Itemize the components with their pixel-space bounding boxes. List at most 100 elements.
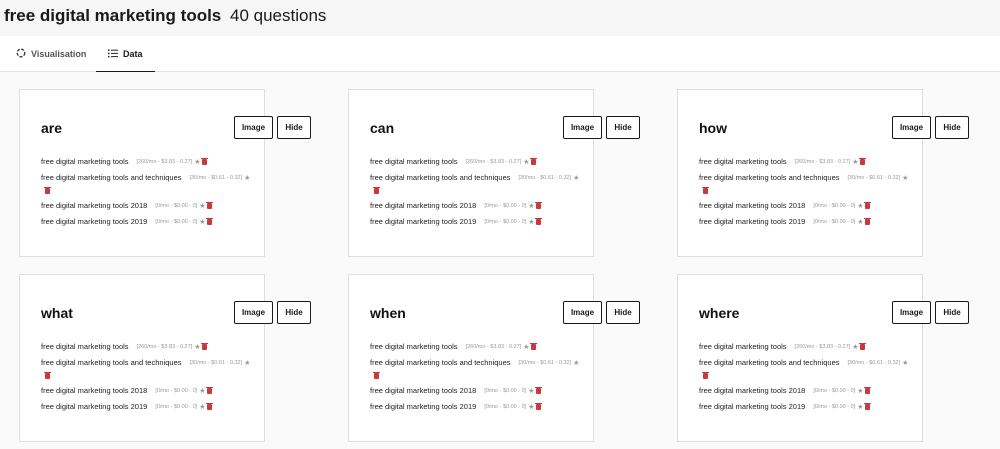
image-button[interactable]: Image [234, 116, 273, 139]
trash-icon[interactable] [864, 201, 872, 209]
trash-icon[interactable] [206, 217, 214, 225]
header-bar: free digital marketing tools 40 question… [0, 0, 1000, 36]
star-icon[interactable]: ★ [857, 403, 863, 411]
hide-button[interactable]: Hide [606, 301, 640, 324]
question-text[interactable]: free digital marketing tools 2019 [41, 217, 147, 226]
trash-icon[interactable] [206, 201, 214, 209]
question-text[interactable]: free digital marketing tools 2019 [41, 402, 147, 411]
question-row: free digital marketing tools 2018 [0/mo … [370, 201, 543, 210]
tab-data[interactable]: Data [96, 36, 155, 73]
question-text[interactable]: free digital marketing tools 2018 [699, 386, 805, 395]
hide-button[interactable]: Hide [935, 301, 969, 324]
trash-icon[interactable] [535, 386, 543, 394]
star-icon[interactable]: ★ [528, 387, 534, 395]
question-metrics: [0/mo - $0.00 - 0] [813, 403, 856, 410]
question-text[interactable]: free digital marketing tools 2018 [699, 201, 805, 210]
star-icon[interactable]: ★ [199, 202, 205, 210]
trash-icon[interactable] [206, 402, 214, 410]
image-button[interactable]: Image [892, 116, 931, 139]
question-text[interactable]: free digital marketing tools and techniq… [41, 173, 182, 182]
question-text[interactable]: free digital marketing tools and techniq… [370, 358, 511, 367]
trash-icon[interactable] [535, 201, 543, 209]
star-icon[interactable]: ★ [852, 158, 858, 166]
star-icon[interactable]: ★ [902, 174, 908, 182]
question-row: free digital marketing tools [260/mo - $… [699, 342, 867, 351]
question-text[interactable]: free digital marketing tools 2018 [370, 201, 476, 210]
question-text[interactable]: free digital marketing tools and techniq… [370, 173, 511, 182]
question-text[interactable]: free digital marketing tools and techniq… [699, 173, 840, 182]
star-icon[interactable]: ★ [199, 387, 205, 395]
trash-icon[interactable] [702, 187, 709, 194]
star-icon[interactable]: ★ [528, 218, 534, 226]
image-button[interactable]: Image [563, 301, 602, 324]
trash-icon[interactable] [206, 386, 214, 394]
question-row: free digital marketing tools [260/mo - $… [41, 157, 209, 166]
star-icon[interactable]: ★ [852, 343, 858, 351]
star-icon[interactable]: ★ [523, 343, 529, 351]
star-icon[interactable]: ★ [194, 343, 200, 351]
question-text[interactable]: free digital marketing tools [699, 342, 787, 351]
question-text[interactable]: free digital marketing tools 2019 [370, 217, 476, 226]
card-title: can [370, 120, 395, 136]
question-text[interactable]: free digital marketing tools 2018 [41, 386, 147, 395]
trash-icon[interactable] [535, 217, 543, 225]
hide-button[interactable]: Hide [935, 116, 969, 139]
trash-icon[interactable] [201, 157, 209, 165]
question-text[interactable]: free digital marketing tools 2018 [41, 201, 147, 210]
question-text[interactable]: free digital marketing tools 2019 [699, 217, 805, 226]
question-text[interactable]: free digital marketing tools [699, 157, 787, 166]
question-text[interactable]: free digital marketing tools [370, 157, 458, 166]
tab-visualisation[interactable]: Visualisation [16, 36, 86, 72]
tab-visualisation-label: Visualisation [31, 49, 87, 59]
card-title: are [41, 120, 63, 136]
image-button[interactable]: Image [234, 301, 273, 324]
question-text[interactable]: free digital marketing tools [370, 342, 458, 351]
trash-icon[interactable] [535, 402, 543, 410]
question-text[interactable]: free digital marketing tools 2018 [370, 386, 476, 395]
image-button[interactable]: Image [892, 301, 931, 324]
hide-button[interactable]: Hide [277, 301, 311, 324]
image-button[interactable]: Image [563, 116, 602, 139]
trash-icon[interactable] [859, 157, 867, 165]
question-row: free digital marketing tools 2018 [0/mo … [699, 386, 872, 395]
star-icon[interactable]: ★ [528, 202, 534, 210]
trash-icon[interactable] [864, 402, 872, 410]
question-metrics: [30/mo - $0.61 - 0.32] [847, 359, 901, 366]
star-icon[interactable]: ★ [528, 403, 534, 411]
question-text[interactable]: free digital marketing tools 2019 [370, 402, 476, 411]
trash-icon[interactable] [859, 342, 867, 350]
question-row: free digital marketing tools [260/mo - $… [41, 342, 209, 351]
star-icon[interactable]: ★ [523, 158, 529, 166]
star-icon[interactable]: ★ [244, 174, 250, 182]
star-icon[interactable]: ★ [573, 359, 579, 367]
star-icon[interactable]: ★ [199, 403, 205, 411]
star-icon[interactable]: ★ [573, 174, 579, 182]
question-metrics: [0/mo - $0.00 - 0] [155, 387, 198, 394]
trash-icon[interactable] [864, 217, 872, 225]
trash-icon[interactable] [373, 187, 380, 194]
trash-icon[interactable] [530, 157, 538, 165]
star-icon[interactable]: ★ [244, 359, 250, 367]
star-icon[interactable]: ★ [857, 387, 863, 395]
question-text[interactable]: free digital marketing tools [41, 157, 129, 166]
trash-icon[interactable] [864, 386, 872, 394]
hide-button[interactable]: Hide [277, 116, 311, 139]
trash-icon[interactable] [702, 372, 709, 379]
question-row: free digital marketing tools 2018 [0/mo … [41, 386, 214, 395]
question-text[interactable]: free digital marketing tools and techniq… [699, 358, 840, 367]
trash-icon[interactable] [44, 187, 51, 194]
trash-icon[interactable] [373, 372, 380, 379]
hide-button[interactable]: Hide [606, 116, 640, 139]
star-icon[interactable]: ★ [194, 158, 200, 166]
question-card: what Image Hide free digital marketing t… [19, 274, 311, 442]
question-text[interactable]: free digital marketing tools [41, 342, 129, 351]
star-icon[interactable]: ★ [857, 202, 863, 210]
question-text[interactable]: free digital marketing tools and techniq… [41, 358, 182, 367]
trash-icon[interactable] [44, 372, 51, 379]
trash-icon[interactable] [530, 342, 538, 350]
trash-icon[interactable] [201, 342, 209, 350]
star-icon[interactable]: ★ [902, 359, 908, 367]
question-text[interactable]: free digital marketing tools 2019 [699, 402, 805, 411]
star-icon[interactable]: ★ [199, 218, 205, 226]
star-icon[interactable]: ★ [857, 218, 863, 226]
